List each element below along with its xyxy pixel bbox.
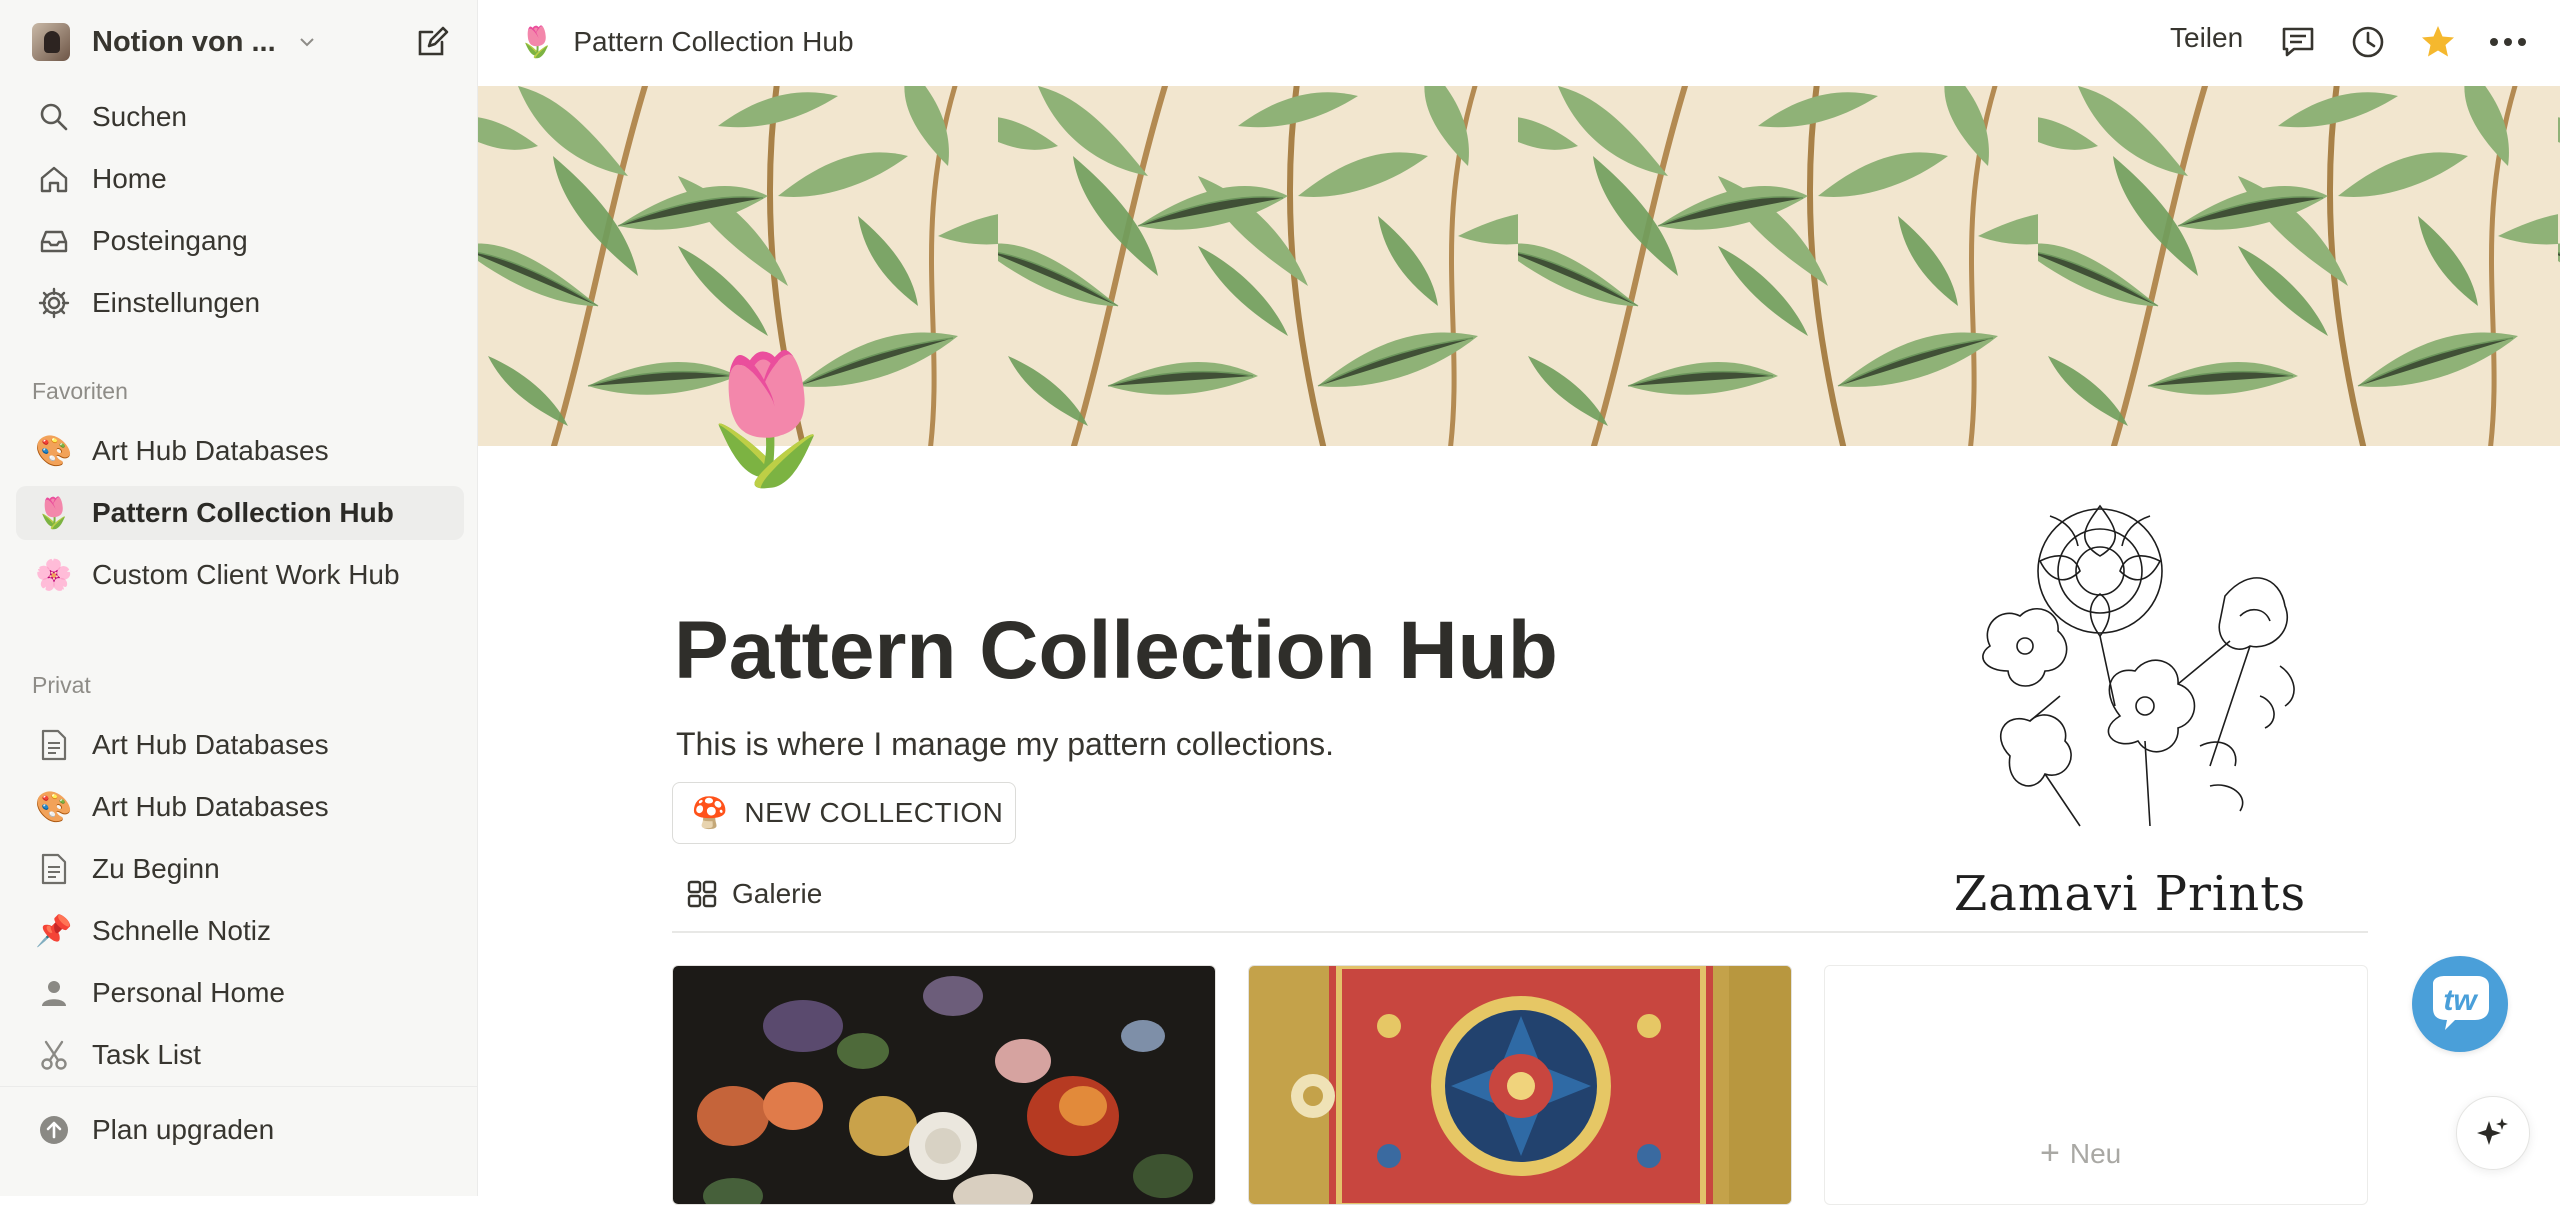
search-icon bbox=[34, 97, 74, 137]
breadcrumb[interactable]: 🌷 Pattern Collection Hub bbox=[518, 20, 854, 64]
new-collection-label: NEW COLLECTION bbox=[744, 797, 1004, 828]
home-icon bbox=[34, 159, 74, 199]
nav-home-label: Home bbox=[92, 163, 167, 194]
private-item[interactable]: Art Hub Databases bbox=[16, 718, 464, 772]
favorites-heading: Favoriten bbox=[32, 378, 128, 404]
private-heading: Privat bbox=[32, 672, 91, 698]
new-item-label: Neu bbox=[2069, 1137, 2122, 1169]
upgrade-plan-button[interactable]: Plan upgraden bbox=[16, 1103, 464, 1157]
upgrade-plan-label: Plan upgraden bbox=[92, 1114, 275, 1145]
workspace-switcher[interactable]: Notion von ... bbox=[32, 20, 452, 64]
persian-rug-image bbox=[1249, 966, 1791, 1204]
share-button[interactable]: Teilen bbox=[2170, 22, 2243, 54]
gallery-view-label: Galerie bbox=[732, 878, 823, 909]
private-item-label: Zu Beginn bbox=[92, 853, 220, 884]
page-title[interactable]: Pattern Collection Hub bbox=[674, 604, 1558, 698]
palette-icon: 🎨 bbox=[35, 434, 73, 468]
view-divider bbox=[672, 931, 2368, 933]
mushroom-icon: 🍄 bbox=[691, 796, 729, 830]
upgrade-icon bbox=[34, 1110, 74, 1150]
private-item[interactable]: 📌 Schnelle Notiz bbox=[16, 904, 464, 958]
nav-settings[interactable]: Einstellungen bbox=[16, 276, 464, 330]
chevron-down-icon bbox=[299, 38, 314, 47]
nav-search[interactable]: Suchen bbox=[16, 90, 464, 144]
favorite-item[interactable]: 🎨 Art Hub Databases bbox=[16, 424, 464, 478]
brand-wordmark: Zamavi Prints bbox=[1953, 866, 2307, 922]
scissors-icon bbox=[34, 1035, 74, 1075]
tulip-icon: 🌷 bbox=[35, 496, 73, 530]
nav-home[interactable]: Home bbox=[16, 152, 464, 206]
pushpin-icon: 📌 bbox=[35, 914, 73, 948]
chat-widget-label: tw bbox=[2443, 984, 2477, 1017]
private-item-label: Art Hub Databases bbox=[92, 791, 329, 822]
private-item-label: Task List bbox=[92, 1039, 201, 1070]
topbar: 🌷 Pattern Collection Hub Teilen bbox=[478, 0, 2560, 86]
page-icon bbox=[34, 725, 74, 765]
person-icon bbox=[34, 973, 74, 1013]
nav-inbox[interactable]: Posteingang bbox=[16, 214, 464, 268]
nav-search-label: Suchen bbox=[92, 101, 187, 132]
floral-still-life-image bbox=[673, 966, 1215, 1204]
private-item[interactable]: Personal Home bbox=[16, 966, 464, 1020]
chat-widget-button[interactable]: tw bbox=[2412, 956, 2508, 1052]
inbox-icon bbox=[34, 221, 74, 261]
gallery-icon bbox=[687, 880, 717, 908]
favorite-item[interactable]: 🌸 Custom Client Work Hub bbox=[16, 548, 464, 602]
history-icon[interactable] bbox=[2348, 22, 2388, 62]
favorite-item-active[interactable]: 🌷 Pattern Collection Hub bbox=[16, 486, 464, 540]
new-page-icon[interactable] bbox=[412, 22, 452, 62]
new-collection-button[interactable]: 🍄 NEW COLLECTION bbox=[672, 782, 1016, 844]
gear-icon bbox=[34, 283, 74, 323]
new-gallery-item-button[interactable]: + Neu bbox=[2040, 1134, 2121, 1173]
favorite-item-label: Art Hub Databases bbox=[92, 435, 329, 466]
gallery-card-persian-rug[interactable] bbox=[1248, 965, 1792, 1205]
private-item[interactable]: 🎨 Art Hub Databases bbox=[16, 780, 464, 834]
gallery-view-tab[interactable]: Galerie bbox=[686, 874, 822, 914]
breadcrumb-title: Pattern Collection Hub bbox=[573, 26, 854, 57]
blossom-icon: 🌸 bbox=[35, 558, 73, 592]
private-item-label: Schnelle Notiz bbox=[92, 915, 271, 946]
gallery-card-floral-painting[interactable] bbox=[672, 965, 1216, 1205]
plus-icon: + bbox=[2040, 1134, 2060, 1172]
more-options-icon[interactable] bbox=[2488, 22, 2528, 62]
palette-icon: 🎨 bbox=[35, 790, 73, 824]
sidebar: Notion von ... Suchen Home Posteingang E… bbox=[0, 0, 478, 1196]
sparkle-icon bbox=[2477, 1118, 2508, 1145]
ai-assistant-button[interactable] bbox=[2456, 1096, 2530, 1170]
private-item-label: Personal Home bbox=[92, 977, 285, 1008]
comments-icon[interactable] bbox=[2278, 22, 2318, 62]
private-item[interactable]: Task List bbox=[16, 1028, 464, 1082]
workspace-name: Notion von ... bbox=[92, 25, 276, 58]
page-icon-tulip[interactable]: 🌷 bbox=[688, 356, 845, 482]
private-item-label: Art Hub Databases bbox=[92, 729, 329, 760]
favorite-item-label: Custom Client Work Hub bbox=[92, 559, 400, 590]
favorite-star-icon[interactable] bbox=[2418, 22, 2458, 62]
favorite-item-label: Pattern Collection Hub bbox=[92, 497, 394, 528]
page-description[interactable]: This is where I manage my pattern collec… bbox=[676, 726, 1334, 763]
page-icon bbox=[34, 849, 74, 889]
sidebar-footer: Plan upgraden bbox=[0, 1086, 478, 1197]
floral-line-art bbox=[1982, 504, 2295, 827]
private-item[interactable]: Zu Beginn bbox=[16, 842, 464, 896]
tulip-icon: 🌷 bbox=[518, 25, 556, 59]
nav-settings-label: Einstellungen bbox=[92, 287, 261, 318]
nav-inbox-label: Posteingang bbox=[92, 225, 248, 256]
workspace-avatar bbox=[32, 23, 70, 61]
